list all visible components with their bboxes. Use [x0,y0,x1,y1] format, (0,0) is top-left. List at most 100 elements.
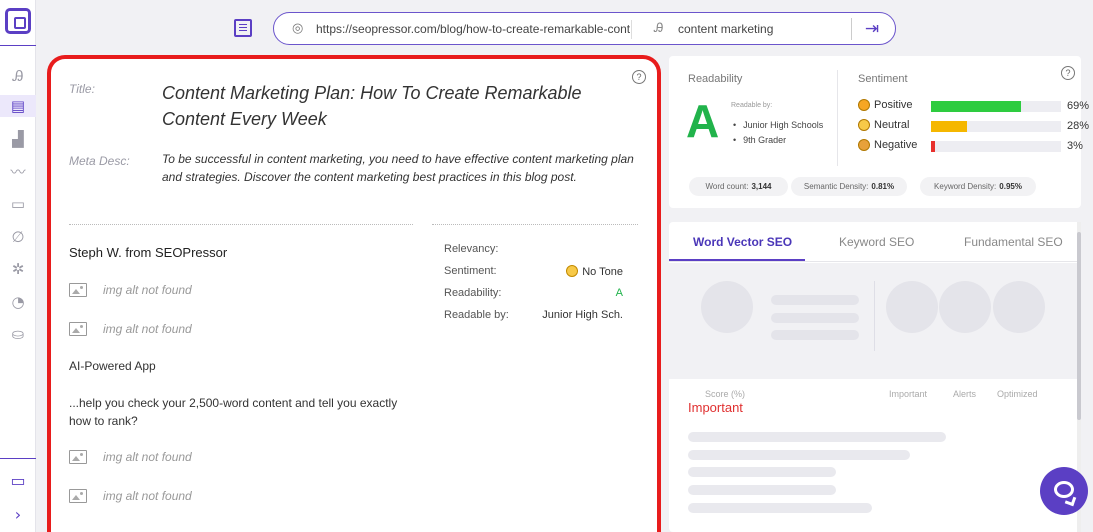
expand-arrow-icon[interactable]: › [6,502,30,526]
keyword-density-label: Keyword Density: [934,182,997,191]
content-preview-panel: ? Title: Content Marketing Plan: How To … [47,55,661,532]
skeleton-line [771,330,859,340]
readable-by-item: 9th Grader [733,133,823,148]
text-style-icon[interactable]: Ꭿ [6,65,30,87]
url-input[interactable]: https://seopressor.com/blog/how-to-creat… [316,22,630,36]
image-placeholder: img alt not found [69,322,192,336]
readability-label: Readability: [444,287,502,299]
skeleton-line [688,450,910,460]
relevancy-label: Relevancy: [444,243,499,255]
readability-grade: A [686,95,720,147]
neutral-face-icon [858,119,870,131]
word-count-label: Word count: [705,182,749,191]
readable-by-list: Junior High Schools 9th Grader [733,118,823,148]
chat-button[interactable] [1040,467,1088,515]
image-icon [69,322,87,336]
chart-icon[interactable]: ▟ [6,128,30,150]
divider-left [69,224,413,225]
score-label: Score (%) [705,389,746,399]
negative-pct: 3% [1067,140,1083,152]
chat-bubble-icon [1054,481,1074,498]
skeleton-line [771,295,859,305]
important-count-label: Important [889,389,928,399]
pie-icon[interactable]: ◔ [6,291,30,313]
img-alt-text: img alt not found [103,283,192,297]
alerts-circle [939,281,991,333]
readable-by-item: Junior High Schools [733,118,823,133]
url-separator [631,20,632,39]
skeleton-line [771,313,859,323]
keyword-icon: Ꭿ [654,21,664,36]
arrow-enter-icon[interactable]: ⇥ [857,16,887,42]
semantic-density-label: Semantic Density: [803,182,869,191]
page-view-icon[interactable] [234,19,252,37]
sidebar-divider-bottom [0,458,36,459]
image-icon [69,450,87,464]
alerts-label: Alerts [953,389,977,399]
image-placeholder: img alt not found [69,450,192,464]
img-alt-text: img alt not found [103,322,192,336]
neutral-face-icon [566,265,579,277]
smile-face-icon [858,99,870,111]
score-circle [701,281,753,333]
active-tab-indicator [669,259,805,261]
sentiment-neutral: Neutral [858,119,909,131]
negative-bar-fill [931,141,935,152]
sentiment-positive: Positive [858,99,913,111]
skeleton-line [688,467,836,477]
readability-card: Readability A Readable by: Junior High S… [669,56,1089,208]
body-paragraph: ...help you check your 2,500-word conten… [69,396,398,428]
score-separator [874,281,875,351]
help-icon[interactable]: ? [1061,66,1075,80]
readable-by-value: Junior High Sch. [542,309,623,321]
sentiment-negative-label: Negative [874,139,918,151]
keyword-density-value: 0.95% [999,182,1022,191]
tab-word-vector-seo[interactable]: Word Vector SEO [693,235,792,249]
ai-heading: AI-Powered App [69,359,156,373]
left-sidebar: Ꭿ ▤ ▟ 〰 ▭ ∅ ✲ ◔ ⛀ ▭ › [0,0,36,532]
semantic-density-value: 0.81% [871,182,895,191]
meta-description: To be successful in content marketing, y… [162,152,634,184]
sad-face-icon [858,139,870,151]
sentiment-positive-label: Positive [874,99,913,111]
neutral-bar-fill [931,121,968,132]
img-alt-text: img alt not found [103,450,192,464]
url-search-bar: ◎ https://seopressor.com/blog/how-to-cre… [273,12,896,45]
go-separator [851,18,852,40]
link-icon[interactable]: ∅ [6,226,30,248]
sentiment-neutral-label: Neutral [874,119,910,131]
settings-icon[interactable]: ✲ [6,258,30,280]
sentiment-title: Sentiment [858,73,908,85]
sentiment-negative: Negative [858,139,917,151]
author-heading: Steph W. from SEOPressor [69,245,228,260]
tab-keyword-seo[interactable]: Keyword SEO [839,235,914,249]
help-icon[interactable]: ? [632,70,646,84]
word-count-pill: Word count: 3,144 [689,177,788,196]
skeleton-line [688,432,946,442]
keyword-density-pill: Keyword Density: 0.95% [920,177,1036,196]
sidebar-divider [0,45,36,46]
meta-label: Meta Desc: [69,154,130,168]
seo-scroll-thumb[interactable] [1077,232,1081,420]
title-label: Title: [69,82,95,96]
keyword-input[interactable]: content marketing [678,22,773,36]
document-icon[interactable]: ▭ [6,193,30,215]
page-icon[interactable]: ▤ [0,95,36,117]
word-count-value: 3,144 [751,182,772,191]
important-circle [886,281,938,333]
image-icon [69,283,87,297]
image-placeholder: img alt not found [69,489,192,503]
divider-right [432,224,638,225]
folder-icon[interactable]: ▭ [6,468,30,492]
users-icon[interactable]: ⛀ [6,323,30,345]
trend-icon[interactable]: 〰 [6,160,30,182]
semantic-density-pill: Semantic Density: 0.81% [791,177,907,196]
optimized-circle [993,281,1045,333]
positive-bar [931,101,1061,112]
tab-fundamental-seo[interactable]: Fundamental SEO [964,235,1063,249]
seo-card: Word Vector SEO Keyword SEO Fundamental … [669,222,1081,532]
negative-bar [931,141,1061,152]
readability-title: Readability [688,73,743,85]
app-logo-icon[interactable] [5,8,31,34]
card-separator [837,70,838,166]
